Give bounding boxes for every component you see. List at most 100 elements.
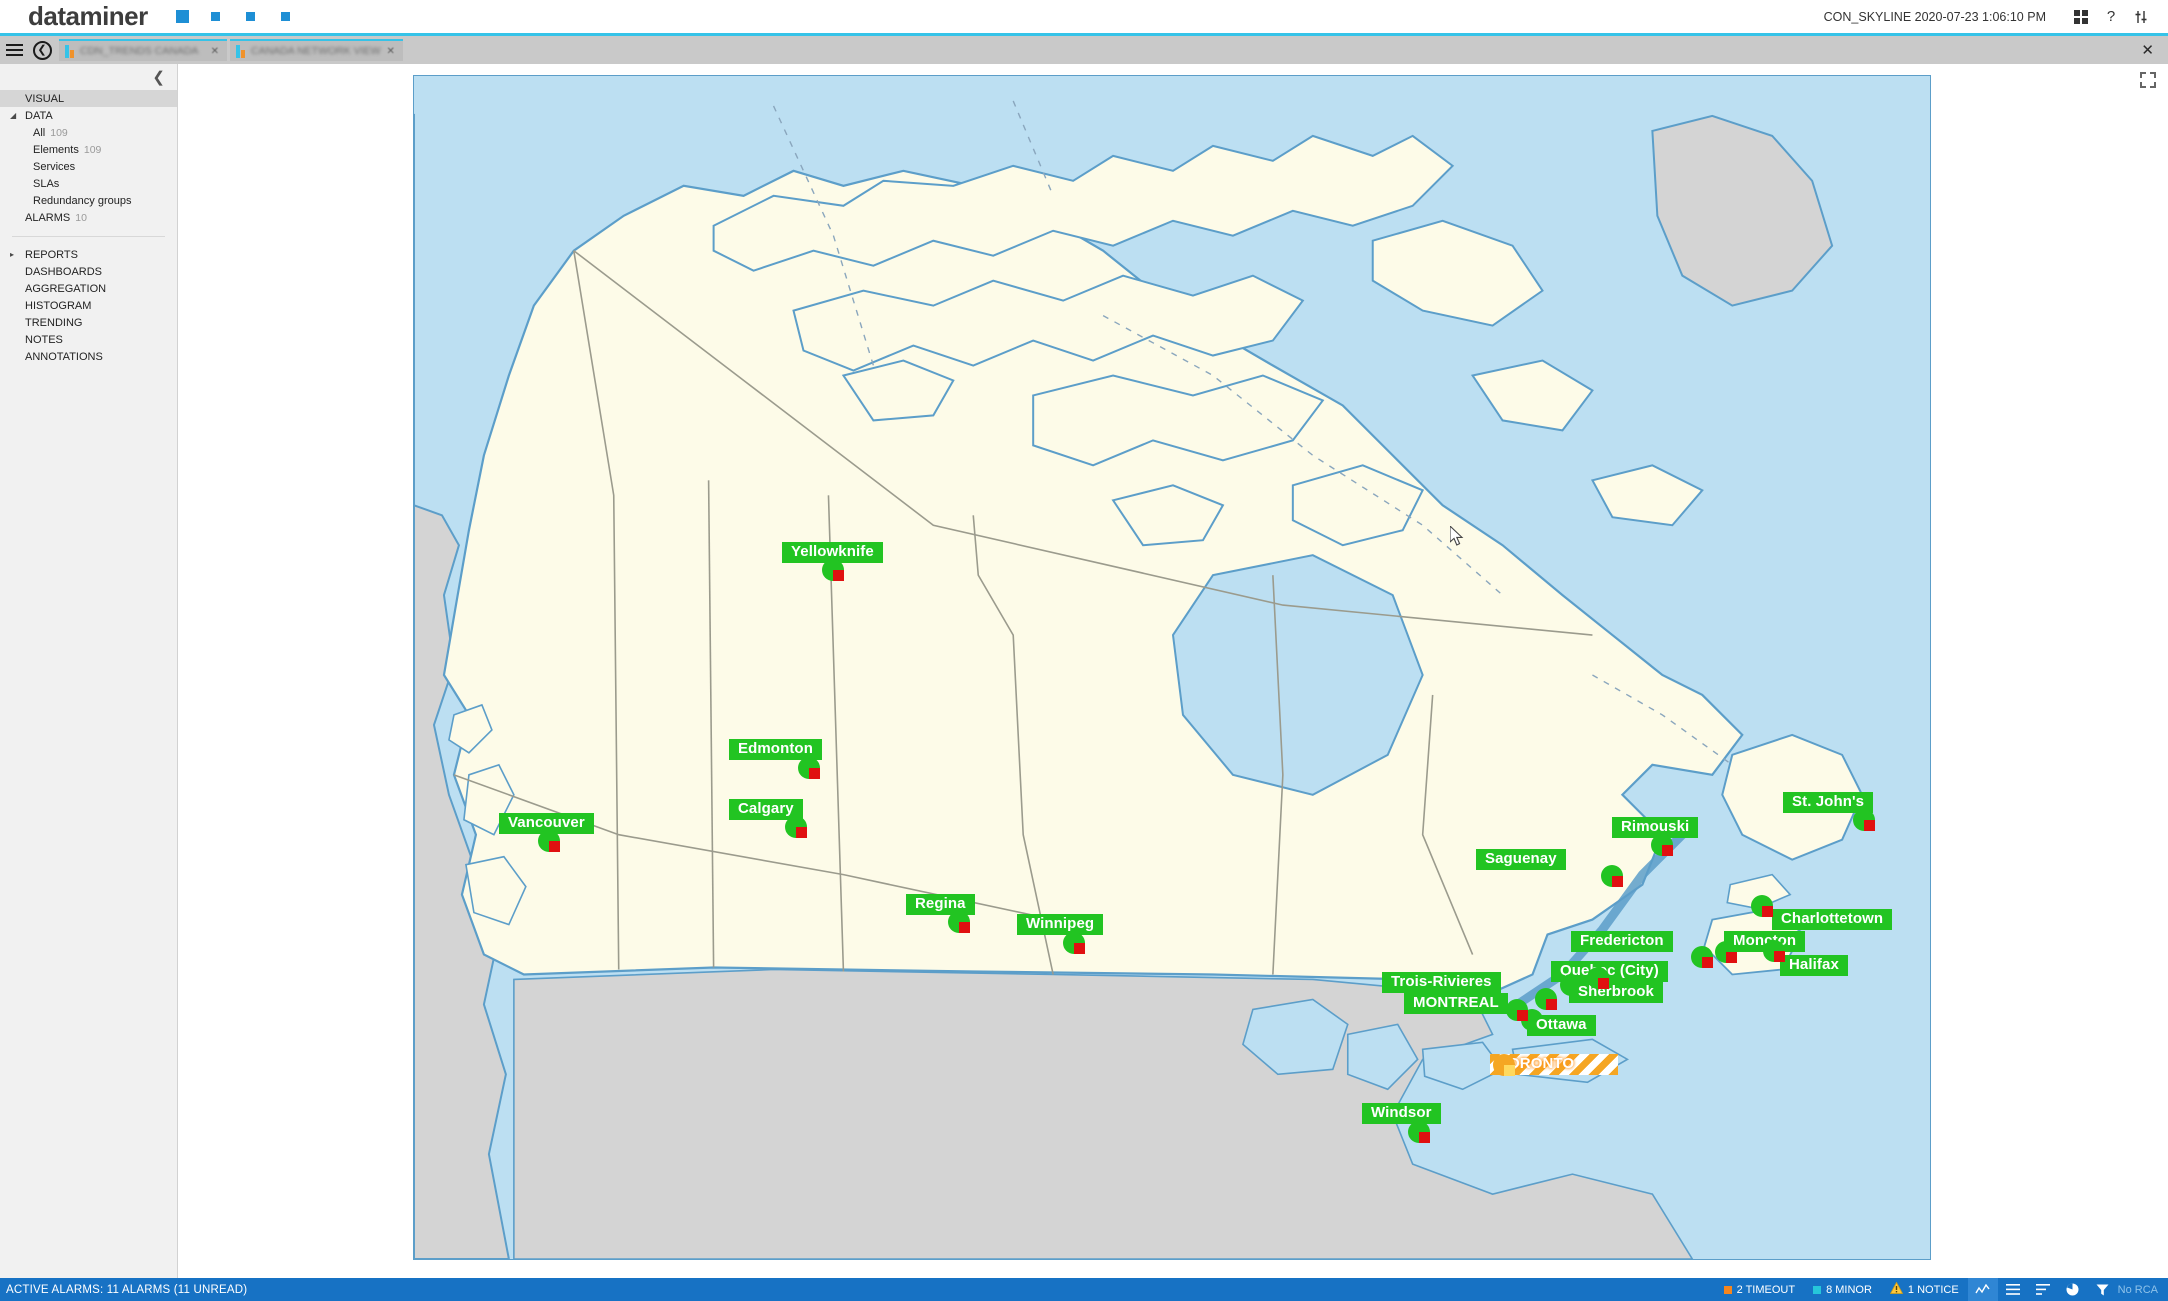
sidebar-item-alarms[interactable]: ALARMS 10	[0, 209, 177, 226]
city-label-charlottetown[interactable]: Charlottetown	[1772, 909, 1893, 930]
city-status-pin-fredericton[interactable]	[1691, 946, 1713, 968]
list-view-icon[interactable]	[1998, 1278, 2028, 1301]
active-alarms-label[interactable]: ACTIVE ALARMS: 11 ALARMS (11 UNREAD)	[6, 1284, 247, 1296]
brand-dot-3	[245, 12, 255, 21]
city-status-pin-regina[interactable]	[948, 911, 970, 933]
tab-cdn-trends-canada[interactable]: CDN_TRENDS CANADA ✕	[59, 39, 227, 61]
tab-favicon-icon	[236, 44, 245, 58]
sidebar-item-label: HISTOGRAM	[25, 299, 92, 312]
tab-close-icon[interactable]: ✕	[211, 46, 219, 57]
sidebar-item-label: SLAs	[33, 177, 60, 190]
status-chip-notice[interactable]: 1 NOTICE	[1881, 1281, 1968, 1297]
map-panel: Yellowknife Vancouver Edmonton Calgary Regin…	[178, 64, 2168, 1278]
sidebar-item-elements[interactable]: Elements 109	[0, 141, 177, 158]
city-label-montreal[interactable]: MONTREAL	[1404, 993, 1508, 1014]
city-status-pin-yellowknife[interactable]	[822, 559, 844, 581]
pie-chart-icon[interactable]	[2058, 1278, 2088, 1301]
status-chip-minor[interactable]: 8 MINOR	[1804, 1284, 1881, 1296]
tab-canada-network-view[interactable]: CANADA NETWORK VIEW ✕	[230, 39, 403, 61]
sidebar-item-notes[interactable]: NOTES	[0, 331, 177, 348]
brand-dot-4	[280, 12, 290, 21]
city-status-pin-calgary[interactable]	[785, 816, 807, 838]
grid-apps-icon[interactable]	[2068, 4, 2094, 30]
sort-view-icon[interactable]	[2028, 1278, 2058, 1301]
sidebar-item-annotations[interactable]: ANNOTATIONS	[0, 348, 177, 365]
city-label-windsor[interactable]: Windsor	[1362, 1103, 1441, 1124]
sidebar-item-count: 10	[75, 211, 87, 224]
pin-alarm-wedge	[1612, 876, 1623, 887]
city-label-halifax[interactable]: Halifax	[1780, 955, 1848, 976]
fullscreen-expand-icon[interactable]	[2140, 72, 2156, 88]
collapsed-twisty-icon[interactable]: ▸	[10, 250, 14, 259]
city-label-ottawa[interactable]: Ottawa	[1527, 1015, 1596, 1036]
sidebar-item-dashboards[interactable]: DASHBOARDS	[0, 263, 177, 280]
notice-warning-triangle-icon	[1889, 1281, 1904, 1297]
city-status-pin-winnipeg[interactable]	[1063, 932, 1085, 954]
city-status-pin-saguenay[interactable]	[1601, 865, 1623, 887]
sidebar-item-redundancy-groups[interactable]: Redundancy groups	[0, 192, 177, 209]
expanded-twisty-icon[interactable]: ◢	[10, 111, 16, 120]
city-status-pin-vancouver[interactable]	[538, 830, 560, 852]
sidebar-item-data[interactable]: ◢ DATA	[0, 107, 177, 124]
sidebar-item-label: Elements	[33, 143, 79, 156]
tab-close-icon[interactable]: ✕	[387, 46, 395, 57]
city-status-pin-st-john-s[interactable]	[1853, 809, 1875, 831]
city-status-pin-windsor[interactable]	[1408, 1121, 1430, 1143]
city-status-pin-charlottetown[interactable]	[1751, 895, 1773, 917]
city-label-saguenay[interactable]: Saguenay	[1476, 849, 1566, 870]
sidebar-item-reports[interactable]: ▸ REPORTS	[0, 246, 177, 263]
trend-chart-icon[interactable]	[1967, 1278, 1998, 1301]
help-question-icon[interactable]: ?	[2098, 4, 2124, 30]
filter-funnel-icon[interactable]	[2088, 1278, 2118, 1301]
sidebar-collapse-chevron-left-icon[interactable]: ❮	[0, 64, 177, 90]
city-status-pin-sherbrook[interactable]	[1587, 967, 1609, 989]
city-label-fredericton[interactable]: Fredericton	[1571, 931, 1673, 952]
city-status-pin-halifax[interactable]	[1763, 940, 1785, 962]
back-arrow-icon[interactable]: ❮	[28, 36, 56, 64]
city-label-sherbrook[interactable]: Sherbrook	[1569, 982, 1663, 1003]
sidebar-item-label: All	[33, 126, 46, 139]
tab-bar: ❮ CDN_TRENDS CANADA ✕ CANADA NETWORK VIE…	[0, 36, 2168, 64]
brand-dot-1	[175, 10, 189, 23]
sidebar-item-histogram[interactable]: HISTOGRAM	[0, 297, 177, 314]
tab-label: CDN_TRENDS CANADA	[80, 45, 199, 57]
pin-alarm-wedge	[1419, 1132, 1430, 1143]
city-status-pin-trois-rivieres[interactable]	[1535, 988, 1557, 1010]
sidebar-item-label: VISUAL	[25, 92, 65, 105]
sidebar-item-label: DASHBOARDS	[25, 265, 103, 278]
city-status-pin-ottawa[interactable]	[1506, 999, 1528, 1021]
city-label-winnipeg[interactable]: Winnipeg	[1017, 914, 1104, 935]
pin-alarm-wedge	[1864, 820, 1875, 831]
sidebar-item-label: Services	[33, 160, 76, 173]
status-chip-timeout[interactable]: 2 TIMEOUT	[1715, 1284, 1804, 1296]
status-chip-label: 1 NOTICE	[1907, 1283, 1959, 1296]
timeout-swatch-icon	[1723, 1285, 1732, 1294]
dataminer-app-window: dataminer CON_SKYLINE 2020-07-23 1:06:10…	[0, 0, 2168, 1301]
close-window-icon[interactable]: ✕	[2141, 41, 2154, 59]
canada-network-map[interactable]: Yellowknife Vancouver Edmonton Calgary Regin…	[413, 75, 1931, 1260]
sidebar-item-slas[interactable]: SLAs	[0, 175, 177, 192]
city-status-pin-rimouski[interactable]	[1651, 834, 1673, 856]
sidebar-item-trending[interactable]: TRENDING	[0, 314, 177, 331]
server-clock-label: CON_SKYLINE 2020-07-23 1:06:10 PM	[1823, 9, 2046, 24]
pin-alarm-wedge	[1546, 999, 1557, 1010]
left-sidebar: ❮ VISUAL ◢ DATA All 109 Elements 109 Ser…	[0, 64, 178, 1278]
sidebar-item-aggregation[interactable]: AGGREGATION	[0, 280, 177, 297]
minor-swatch-icon	[1813, 1285, 1822, 1294]
sidebar-item-services[interactable]: Services	[0, 158, 177, 175]
sidebar-item-count: 109	[50, 126, 68, 139]
status-bar: ACTIVE ALARMS: 11 ALARMS (11 UNREAD) 2 T…	[0, 1278, 2168, 1301]
brand-header-bar: dataminer CON_SKYLINE 2020-07-23 1:06:10…	[0, 0, 2168, 33]
pin-alarm-wedge	[1504, 1065, 1515, 1076]
city-label-trois-rivieres[interactable]: Trois-Rivieres	[1382, 972, 1501, 993]
pin-alarm-wedge	[1726, 952, 1737, 963]
sidebar-item-all[interactable]: All 109	[0, 124, 177, 141]
city-status-pin-edmonton[interactable]	[798, 757, 820, 779]
city-status-pin-moncton[interactable]	[1715, 941, 1737, 963]
hamburger-menu-icon[interactable]	[0, 36, 28, 64]
city-status-pin-toronto[interactable]	[1493, 1054, 1515, 1076]
rca-status-label[interactable]: No RCA	[2118, 1284, 2168, 1296]
tab-label: CANADA NETWORK VIEW	[251, 45, 381, 57]
sidebar-item-visual[interactable]: VISUAL	[0, 90, 177, 107]
sliders-settings-icon[interactable]	[2128, 4, 2154, 30]
